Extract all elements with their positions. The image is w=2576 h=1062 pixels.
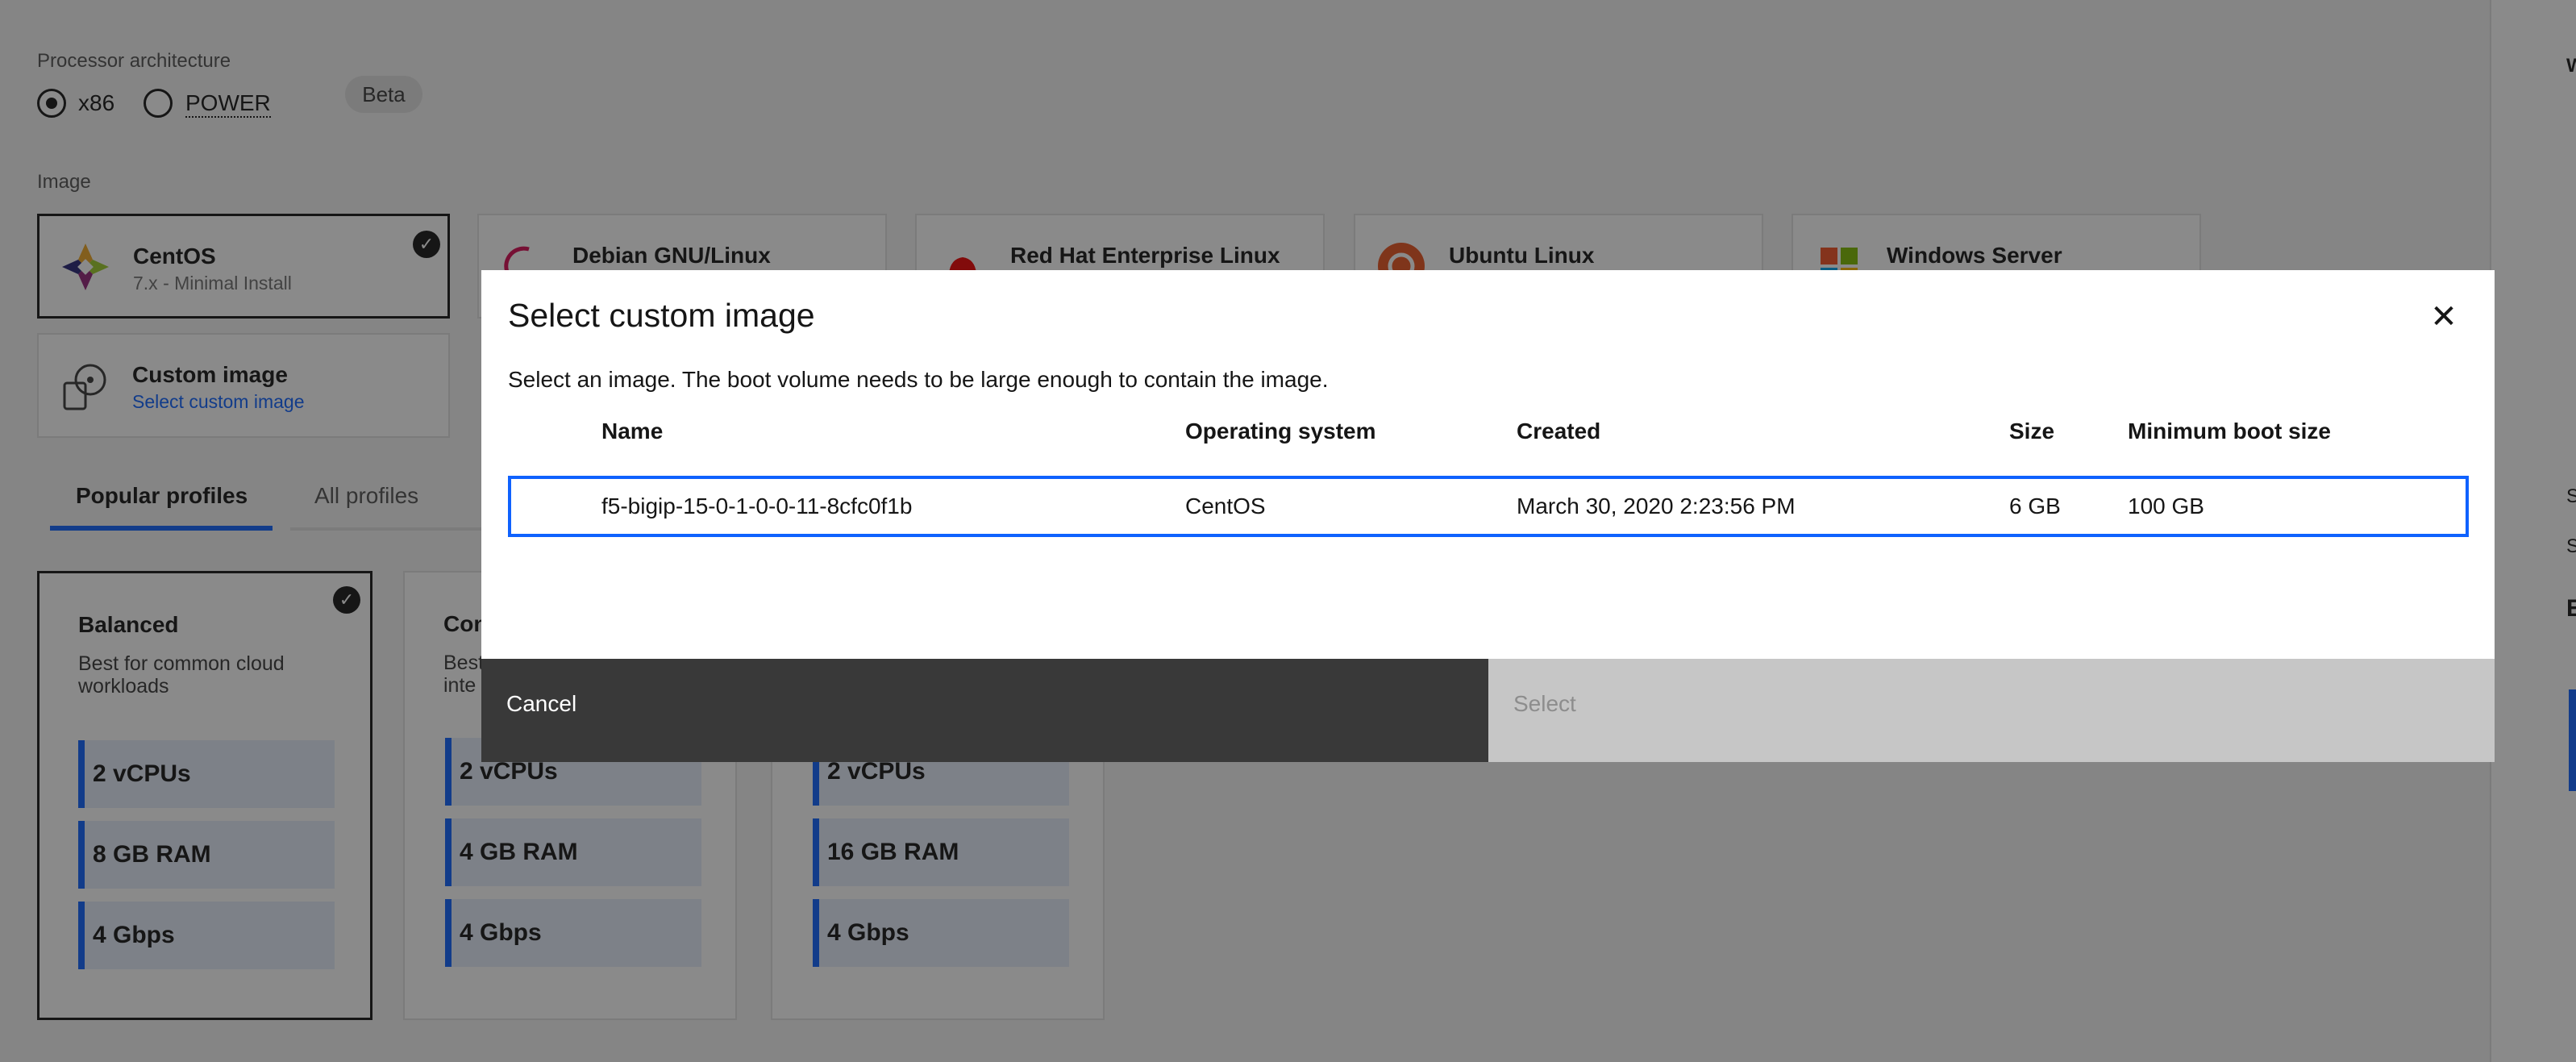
close-icon[interactable]: ✕ [2420, 293, 2468, 341]
column-header-name[interactable]: Name [601, 407, 663, 456]
column-header-size[interactable]: Size [2009, 407, 2054, 456]
cancel-button[interactable]: Cancel [481, 659, 1488, 762]
column-header-created[interactable]: Created [1517, 407, 1600, 456]
cell-name: f5-bigip-15-0-1-0-0-11-8cfc0f1b [601, 494, 913, 519]
cell-os: CentOS [1185, 494, 1266, 519]
cell-min-boot: 100 GB [2128, 494, 2204, 519]
column-header-os[interactable]: Operating system [1185, 407, 1376, 456]
cell-created: March 30, 2020 2:23:56 PM [1517, 494, 1796, 519]
modal-footer: Cancel Select [481, 659, 2495, 762]
select-custom-image-modal: Select custom image ✕ Select an image. T… [481, 270, 2495, 762]
table-row[interactable]: f5-bigip-15-0-1-0-0-11-8cfc0f1b CentOS M… [508, 476, 2469, 537]
cell-size: 6 GB [2009, 494, 2061, 519]
modal-title: Select custom image [508, 297, 815, 334]
modal-description: Select an image. The boot volume needs t… [508, 367, 1329, 392]
column-header-min-boot[interactable]: Minimum boot size [2128, 407, 2331, 456]
select-button[interactable]: Select [1488, 659, 2495, 762]
